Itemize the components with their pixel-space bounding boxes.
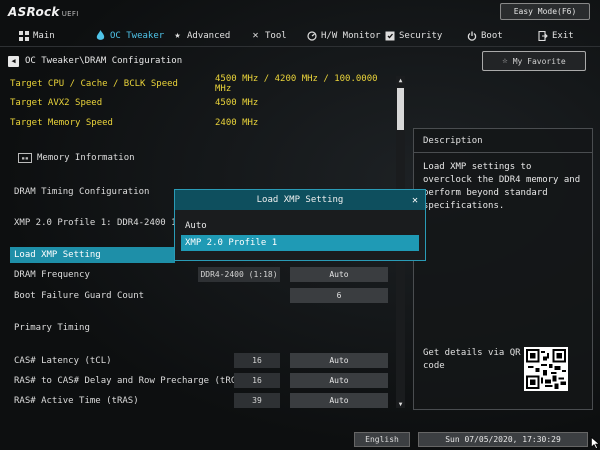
cas-latency-current: 16 [234,353,280,368]
tab-hw-monitor[interactable]: H/W Monitor [306,25,381,46]
flame-icon [95,30,106,41]
grid-icon [18,30,29,41]
tab-boot[interactable]: Boot [466,25,503,46]
load-xmp-modal: Load XMP Setting ✕ Auto XMP 2.0 Profile … [174,189,426,261]
shield-icon [384,30,395,41]
tab-boot-label: Boot [481,30,503,41]
exit-icon [537,30,548,41]
my-favorite-label: My Favorite [512,56,566,66]
ras-cas-current: 16 [234,373,280,388]
modal-option-xmp-profile-1[interactable]: XMP 2.0 Profile 1 [181,235,419,251]
power-icon [466,30,477,41]
load-xmp-setting-label: Load XMP Setting [14,250,101,260]
tab-advanced-label: Advanced [187,30,231,41]
modal-header: Load XMP Setting ✕ [175,190,425,210]
target-avx2-row: Target AVX2 Speed 4500 MHz [10,95,390,111]
memory-information-row[interactable]: ▪▪ Memory Information [18,150,398,166]
tab-exit-label: Exit [552,30,574,41]
target-cpu-label: Target CPU / Cache / BCLK Speed [10,79,178,89]
tab-security-label: Security [399,30,443,41]
datetime-display: Sun 07/05/2020, 17:30:29 [418,432,588,447]
breadcrumb-text: OC Tweaker\DRAM Configuration [25,56,183,66]
memory-information-label: Memory Information [37,153,135,163]
logo-text: ASRock [8,5,60,19]
target-memory-value: 2400 MHz [215,118,259,128]
tab-oc-tweaker[interactable]: OC Tweaker [95,25,164,46]
ras-cas-label: RAS# to CAS# Delay and Row Precharge (tR… [14,376,264,386]
dram-timing-label: DRAM Timing Configuration [14,187,150,197]
target-avx2-value: 4500 MHz [215,98,259,108]
back-arrow-icon[interactable]: ◀ [8,55,19,67]
star-icon: ★ [174,30,181,41]
scroll-down-icon[interactable]: ▼ [396,400,405,408]
star-outline-icon: ☆ [502,56,508,66]
tab-main-label: Main [33,30,55,41]
tab-hw-monitor-label: H/W Monitor [321,30,381,41]
my-favorite-button[interactable]: ☆ My Favorite [482,51,586,71]
target-memory-label: Target Memory Speed [10,118,113,128]
tools-icon: ✕ [252,30,259,41]
ras-cas-select[interactable]: Auto [290,373,388,388]
tab-main[interactable]: Main [18,25,55,46]
load-xmp-setting-row[interactable]: Load XMP Setting [10,247,175,263]
xmp-profile-label: XMP 2.0 Profile 1: DDR4-2400 16-16 [14,218,199,228]
asrock-logo: ASRock UEFI [8,5,79,19]
target-memory-row: Target Memory Speed 2400 MHz [10,115,390,131]
qr-label: Get details via QR code [423,348,521,371]
primary-timing-label: Primary Timing [14,323,90,333]
language-button[interactable]: English [354,432,410,447]
memory-chip-icon: ▪▪ [18,153,32,163]
target-cpu-row: Target CPU / Cache / BCLK Speed 4500 MHz… [10,74,390,94]
tab-advanced[interactable]: ★ Advanced [172,25,230,46]
scroll-thumb[interactable] [397,88,404,130]
dram-frequency-select[interactable]: Auto [290,267,388,282]
description-text: Load XMP settings to overclock the DDR4 … [423,162,581,211]
description-title: Description [414,129,592,153]
cas-latency-label: CAS# Latency (tCL) [14,356,112,366]
scroll-up-icon[interactable]: ▲ [396,76,405,84]
top-bar: ASRock UEFI Easy Mode(F6) [0,0,600,24]
mouse-cursor-icon [591,437,600,449]
boot-failure-value[interactable]: 6 [290,288,388,303]
logo-suffix: UEFI [61,10,79,18]
tab-tool[interactable]: ✕ Tool [250,25,287,46]
cas-latency-select[interactable]: Auto [290,353,388,368]
qr-code-icon [524,347,568,391]
close-icon[interactable]: ✕ [409,194,421,206]
main-nav: Main OC Tweaker ★ Advanced ✕ Tool H/W Mo… [0,25,600,46]
dram-frequency-label: DRAM Frequency [14,270,90,280]
breadcrumb: ◀ OC Tweaker\DRAM Configuration [8,54,182,68]
tab-security[interactable]: Security [384,25,442,46]
modal-title: Load XMP Setting [256,195,344,205]
tab-exit[interactable]: Exit [537,25,574,46]
boot-failure-label: Boot Failure Guard Count [14,291,145,301]
primary-timing-header: Primary Timing [14,320,394,336]
description-panel: Description Load XMP settings to overclo… [413,128,593,410]
dram-frequency-current: DDR4-2400 (1:18) [198,267,280,282]
ras-active-label: RAS# Active Time (tRAS) [14,396,139,406]
ras-active-current: 39 [234,393,280,408]
monitor-icon [306,30,317,41]
modal-option-auto[interactable]: Auto [181,218,419,234]
easy-mode-button[interactable]: Easy Mode(F6) [500,3,590,20]
target-avx2-label: Target AVX2 Speed [10,98,103,108]
tab-tool-label: Tool [265,30,287,41]
target-cpu-value: 4500 MHz / 4200 MHz / 100.0000 MHz [215,74,378,94]
ras-active-select[interactable]: Auto [290,393,388,408]
tab-oc-tweaker-label: OC Tweaker [110,30,165,41]
nav-divider [0,46,600,47]
